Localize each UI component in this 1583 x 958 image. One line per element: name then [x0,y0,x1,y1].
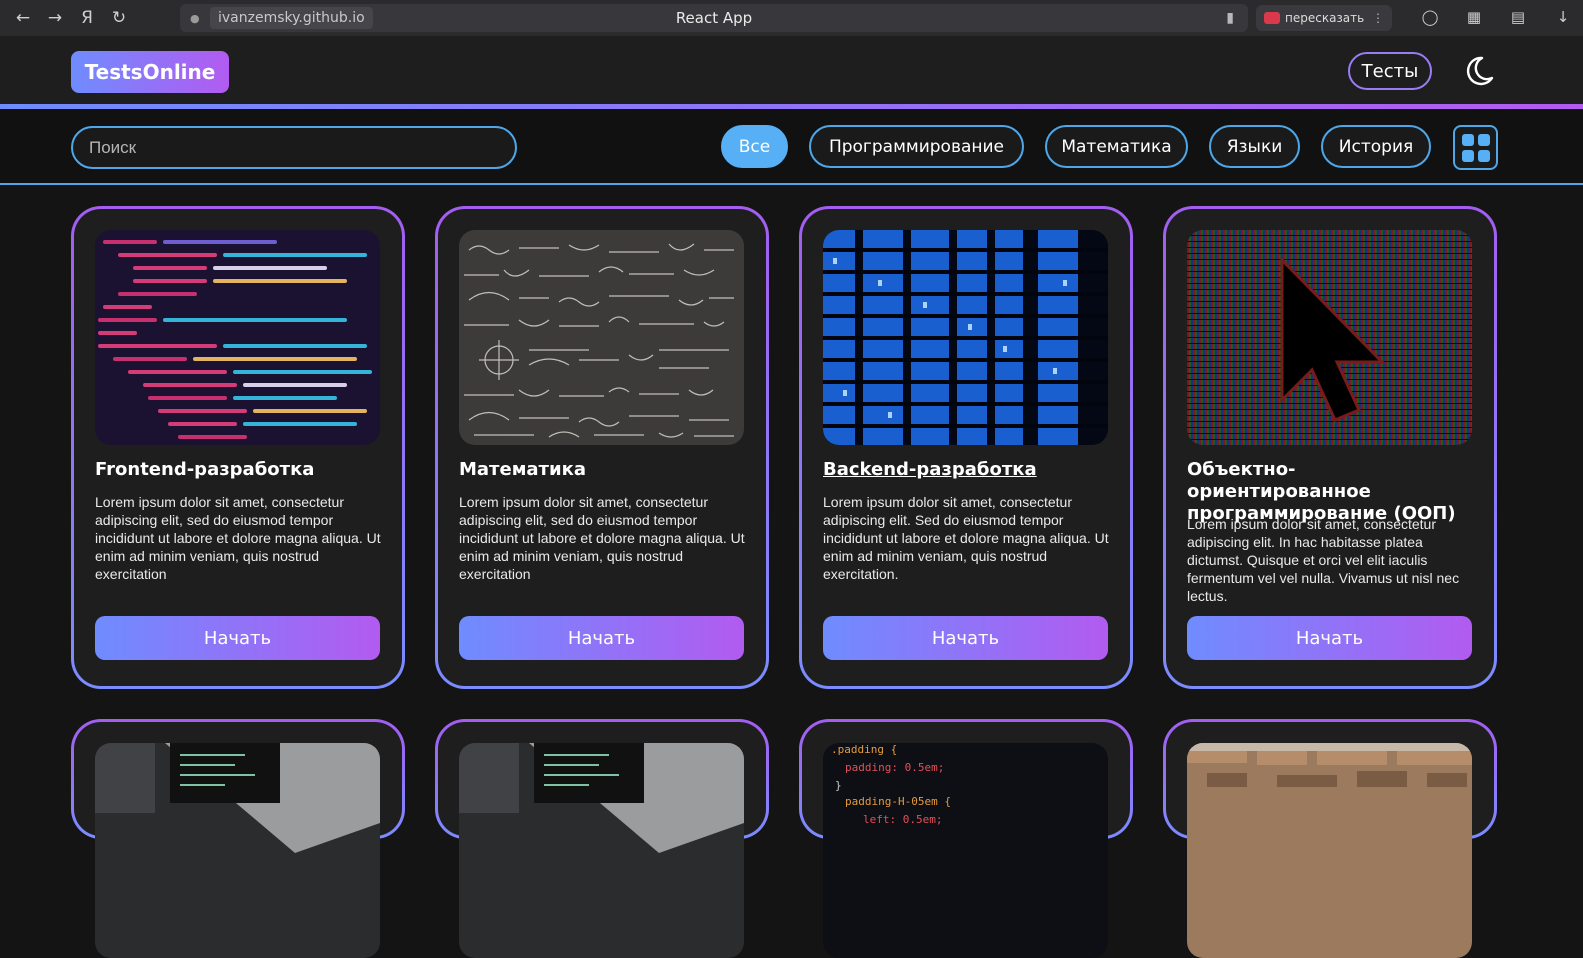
test-card: Backend-разработка Lorem ipsum dolor sit… [799,206,1133,689]
start-button[interactable]: Начать [823,616,1108,660]
test-card [71,719,405,958]
filter-bar: Все Программирование Математика Языки Ис… [0,109,1583,185]
test-card: .padding { padding: 0.5em; } padding-H-0… [799,719,1133,958]
card-description: Lorem ipsum dolor sit amet, consectetur … [823,494,1109,582]
card-title[interactable]: Backend-разработка [823,459,1113,481]
filter-history[interactable]: История [1321,125,1431,168]
address-bar[interactable]: ● ivanzemsky.github.io React App ▮ [180,4,1248,32]
card-title: Frontend-разработка [95,459,315,480]
url-text[interactable]: ivanzemsky.github.io [210,7,373,29]
city-aerial-image [1187,743,1472,958]
filter-languages[interactable]: Языки [1209,125,1300,168]
code-line: .padding { [831,743,897,756]
start-button[interactable]: Начать [95,616,380,660]
laptop-code-image [459,743,744,958]
laptop-code-image [95,743,380,958]
filter-programming[interactable]: Программирование [809,125,1024,168]
code-line: left: 0.5em; [863,813,942,826]
more-icon[interactable]: ⋮ [1372,11,1384,25]
lock-icon: ● [190,12,200,25]
reload-icon[interactable]: ↻ [108,7,130,29]
card-title: Математика [459,459,586,480]
download-icon[interactable]: ↓ [1553,8,1573,28]
server-racks-image [823,230,1108,445]
code-line: padding-H-05em { [845,795,951,808]
css-code-image: .padding { padding: 0.5em; } padding-H-0… [823,743,1108,958]
browser-toolbar: ← → Я ↻ ● ivanzemsky.github.io React App… [0,0,1583,36]
card-description: Lorem ipsum dolor sit amet, consectetur … [459,494,745,582]
retell-button[interactable]: пересказать ⋮ [1256,5,1392,31]
site-header: TestsOnline Тесты [0,36,1583,106]
code-line: } [835,779,842,792]
yandex-icon[interactable]: Я [76,7,98,29]
back-icon[interactable]: ← [12,7,34,29]
code-line: padding: 0.5em; [845,761,944,774]
search-input[interactable] [71,126,517,169]
tests-button[interactable]: Тесты [1348,52,1432,90]
card-description: Lorem ipsum dolor sit amet, consectetur … [1187,516,1460,604]
downloads-doc-icon[interactable]: ▤ [1508,8,1528,28]
code-screen-image [95,230,380,445]
start-button[interactable]: Начать [1187,616,1472,660]
grid-view-icon[interactable] [1453,125,1498,170]
filter-math[interactable]: Математика [1045,125,1188,168]
bookmark-icon[interactable]: ▮ [1226,10,1234,26]
chalkboard-image [459,230,744,445]
retell-icon [1264,12,1280,24]
shield-icon[interactable]: ◯ [1420,8,1440,28]
test-card: Frontend-разработка Lorem ipsum dolor si… [71,206,405,689]
collections-icon[interactable]: ▦ [1464,8,1484,28]
theme-toggle-moon-icon[interactable] [1462,54,1496,88]
forward-icon[interactable]: → [44,7,66,29]
retell-label: пересказать [1285,11,1365,25]
test-card: Математика Lorem ipsum dolor sit amet, c… [435,206,769,689]
logo[interactable]: TestsOnline [71,51,229,93]
filter-all[interactable]: Все [721,125,788,168]
test-card: Объектно-ориентированное программировани… [1163,206,1497,689]
test-card [1163,719,1497,958]
test-card [435,719,769,958]
start-button[interactable]: Начать [459,616,744,660]
pixel-cursor-image [1187,230,1472,445]
card-description: Lorem ipsum dolor sit amet, consectetur … [95,494,381,582]
